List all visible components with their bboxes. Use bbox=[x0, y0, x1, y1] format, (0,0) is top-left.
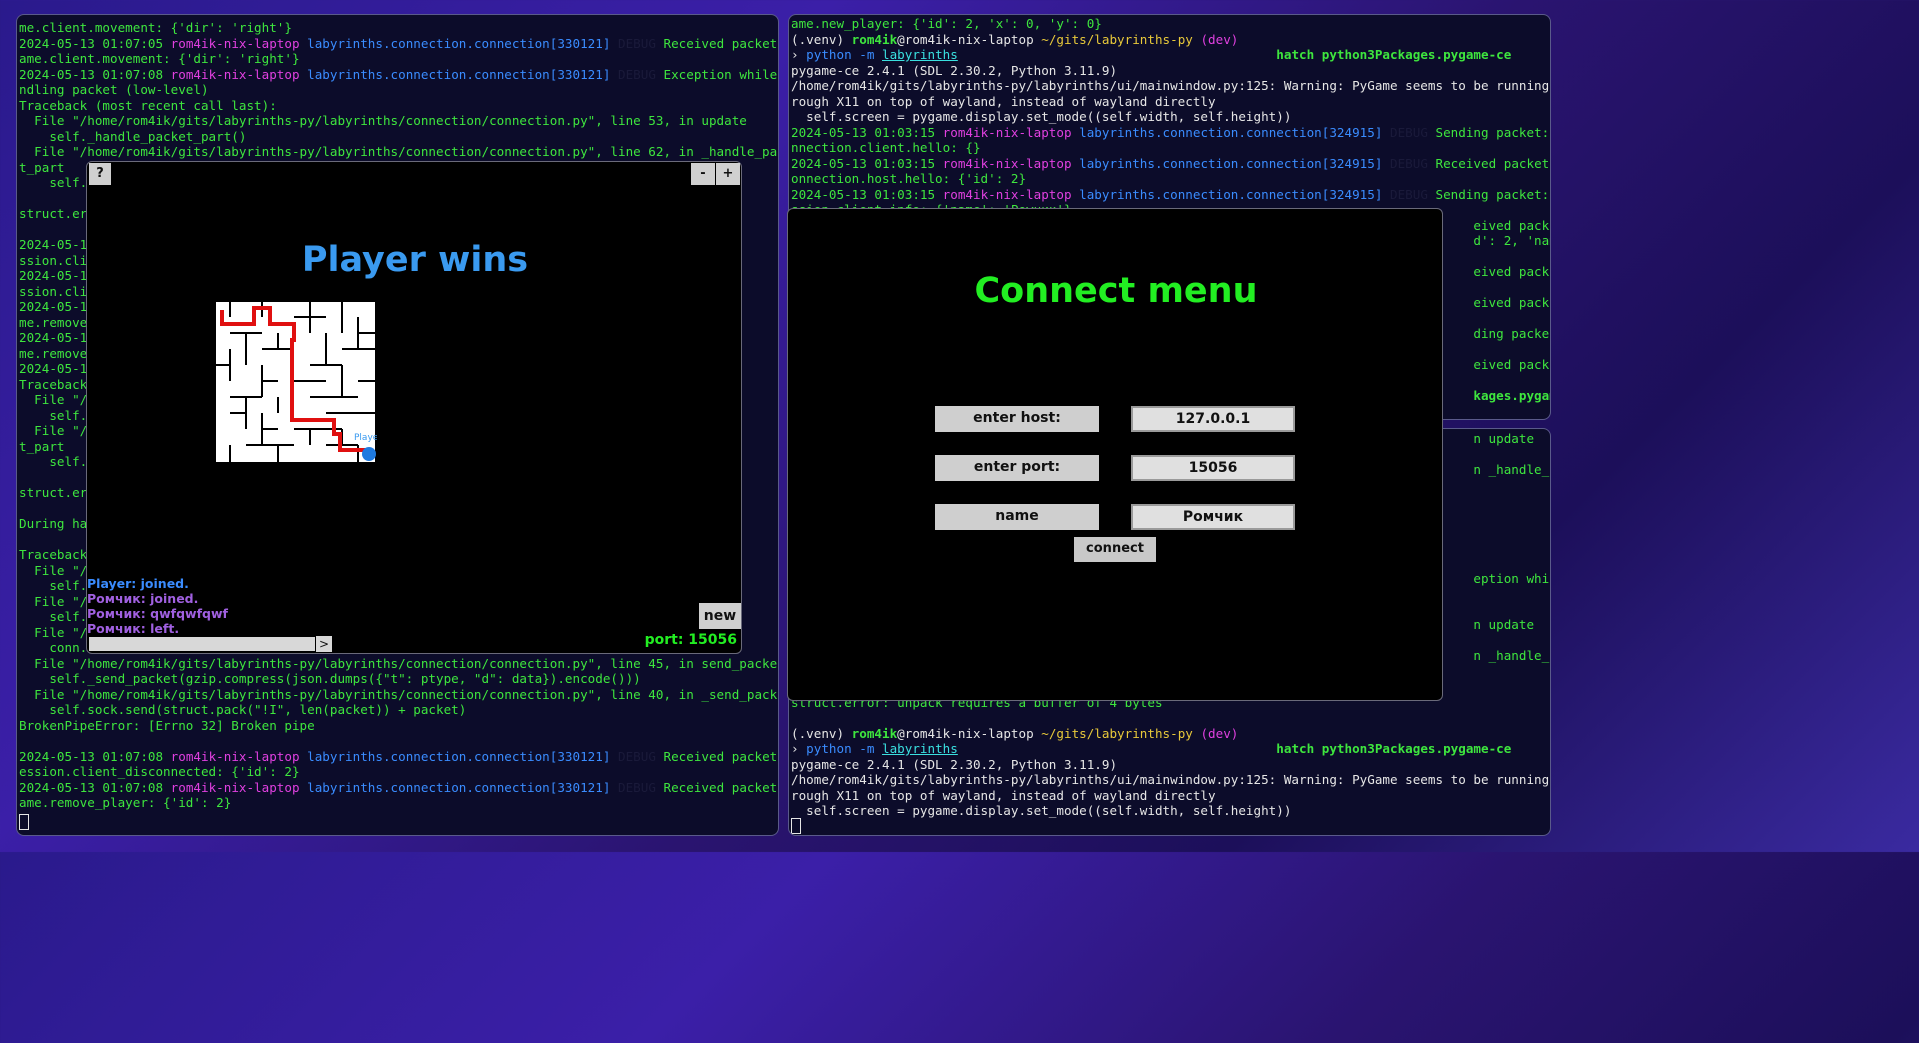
terminal-line: File "/ bbox=[19, 624, 88, 640]
help-button[interactable]: ? bbox=[89, 163, 111, 185]
result-title: Player wins bbox=[301, 240, 529, 280]
terminal-line: 2024-05-1 bbox=[19, 361, 88, 376]
terminal-line: File "/ bbox=[19, 392, 88, 407]
terminal-line: self._handle_packet_part() bbox=[19, 128, 247, 144]
terminal-line: 2024-05-13 01:03:15 rom4ik-nix-laptop la… bbox=[791, 186, 1550, 202]
terminal-line: conn. bbox=[19, 640, 88, 655]
zoom-out-button[interactable]: - bbox=[691, 163, 715, 185]
host-input[interactable]: 127.0.0.1 bbox=[1131, 406, 1295, 432]
terminal-line: File "/home/rom4ik/gits/labyrinths-py/la… bbox=[19, 144, 779, 159]
terminal-line: self. bbox=[19, 175, 88, 190]
chat-message: Ромчик: left. bbox=[87, 621, 180, 636]
terminal-line: me.remove bbox=[19, 345, 88, 361]
terminal-cursor bbox=[791, 817, 801, 834]
terminal-line: File "/home/rom4ik/gits/labyrinths-py/la… bbox=[19, 655, 779, 671]
terminal-line: ssion.cli bbox=[19, 252, 88, 268]
terminal-line: onnection.host.hello: {'id': 2} bbox=[791, 171, 1027, 186]
terminal-line: /home/rom4ik/gits/labyrinths-py/labyrint… bbox=[791, 78, 1551, 93]
port-label: port: 15056 bbox=[644, 632, 737, 648]
terminal-line: self.screen = pygame.display.set_mode((s… bbox=[791, 803, 1292, 818]
terminal-line: File "/home/rom4ik/gits/labyrinths-py/la… bbox=[19, 113, 747, 128]
chat-message: Player: joined. bbox=[87, 576, 189, 591]
terminal-line: › python -m labyrinths hatch python3Pack… bbox=[791, 741, 1512, 756]
terminal-line: File "/home/rom4ik/gits/labyrinths-py/la… bbox=[19, 686, 779, 702]
terminal-line: self.sock.send(struct.pack("!I", len(pac… bbox=[19, 702, 467, 717]
host-label: enter host: bbox=[935, 406, 1099, 432]
terminal-line: pygame-ce 2.4.1 (SDL 2.30.2, Python 3.11… bbox=[791, 62, 1118, 78]
chat-message: Ромчик: qwfqwfqwf bbox=[87, 606, 228, 621]
chat-input[interactable] bbox=[89, 637, 315, 651]
terminal-line: BrokenPipeError: [Errno 32] Broken pipe bbox=[19, 717, 315, 733]
player-name-tag: Player bbox=[354, 433, 377, 443]
player-token bbox=[362, 447, 376, 461]
terminal-line: self.screen = pygame.display.set_mode((s… bbox=[791, 109, 1292, 124]
terminal-line: t_part bbox=[19, 159, 65, 175]
terminal-line: (.venv) rom4ik@rom4ik-nix-laptop ~/gits/… bbox=[791, 31, 1239, 47]
name-input[interactable]: Ромчик bbox=[1131, 504, 1295, 530]
terminal-line: File "/ bbox=[19, 562, 88, 578]
terminal-line: rough X11 on top of wayland, instead of … bbox=[791, 93, 1216, 109]
terminal-line: self._send_packet(gzip.compress(json.dum… bbox=[19, 671, 641, 686]
terminal-line: me.remove bbox=[19, 314, 88, 330]
new-game-button[interactable]: new bbox=[699, 603, 741, 629]
port-label: enter port: bbox=[935, 455, 1099, 481]
port-input[interactable]: 15056 bbox=[1131, 455, 1295, 481]
connect-button[interactable]: connect bbox=[1074, 537, 1156, 562]
terminal-line: ndling packet (low-level) bbox=[19, 82, 209, 97]
chat-send-button[interactable]: > bbox=[316, 636, 332, 652]
terminal-line: me.client.movement: {'dir': 'right'} bbox=[19, 20, 292, 35]
terminal-line: Traceback (most recent call last): bbox=[19, 97, 277, 113]
name-label: name bbox=[935, 504, 1099, 530]
terminal-line: pygame-ce 2.4.1 (SDL 2.30.2, Python 3.11… bbox=[791, 756, 1118, 772]
terminal-line: 2024-05-13 01:07:08 rom4ik-nix-laptop la… bbox=[19, 66, 778, 82]
terminal-line: /home/rom4ik/gits/labyrinths-py/labyrint… bbox=[791, 772, 1551, 787]
maze: Player bbox=[214, 300, 377, 464]
terminal-line: struct.er bbox=[19, 485, 88, 500]
terminal-line: ssion.cli bbox=[19, 283, 88, 299]
terminal-cursor bbox=[19, 813, 29, 830]
terminal-line: struct.er bbox=[19, 206, 88, 221]
terminal-line: rough X11 on top of wayland, instead of … bbox=[791, 787, 1216, 803]
terminal-line: self. bbox=[19, 578, 88, 593]
terminal-line: 2024-05-13 01:03:15 rom4ik-nix-laptop la… bbox=[791, 124, 1550, 140]
terminal-line: › python -m labyrinths hatch python3Pack… bbox=[791, 47, 1512, 62]
terminal-line: self. bbox=[19, 454, 88, 469]
terminal-line: ame.new_player: {'id': 2, 'x': 0, 'y': 0… bbox=[791, 16, 1102, 31]
terminal-line: nnection.client.hello: {} bbox=[791, 140, 981, 155]
terminal-line: 2024-05-13 01:07:05 rom4ik-nix-laptop la… bbox=[19, 35, 778, 51]
terminal-line: ame.remove_player: {'id': 2} bbox=[19, 795, 232, 810]
terminal-line: Traceback bbox=[19, 547, 88, 562]
terminal-line: (.venv) rom4ik@rom4ik-nix-laptop ~/gits/… bbox=[791, 725, 1239, 741]
terminal-line: 2024-05-13 01:03:15 rom4ik-nix-laptop la… bbox=[791, 155, 1550, 171]
terminal-line: During ha bbox=[19, 516, 88, 531]
game-window: ? - + Player wins Player Player: joined.… bbox=[86, 161, 742, 654]
terminal-line: ession.client_disconnected: {'id': 2} bbox=[19, 764, 300, 779]
zoom-in-button[interactable]: + bbox=[716, 163, 740, 185]
terminal-line: t_part bbox=[19, 438, 65, 454]
terminal-line: 2024-05-13 01:07:08 rom4ik-nix-laptop la… bbox=[19, 748, 778, 764]
connect-title: Connect menu bbox=[974, 271, 1258, 311]
terminal-line: self. bbox=[19, 407, 88, 423]
terminal-line: ame.client.movement: {'dir': 'right'} bbox=[19, 51, 300, 66]
terminal-line: 2024-05-13 01:07:08 rom4ik-nix-laptop la… bbox=[19, 779, 778, 795]
chat-message: Ромчик: joined. bbox=[87, 591, 199, 606]
terminal-line: self. bbox=[19, 609, 88, 624]
terminal-line: Traceback bbox=[19, 376, 88, 392]
connect-window: Connect menu enter host: 127.0.0.1 enter… bbox=[787, 208, 1443, 701]
